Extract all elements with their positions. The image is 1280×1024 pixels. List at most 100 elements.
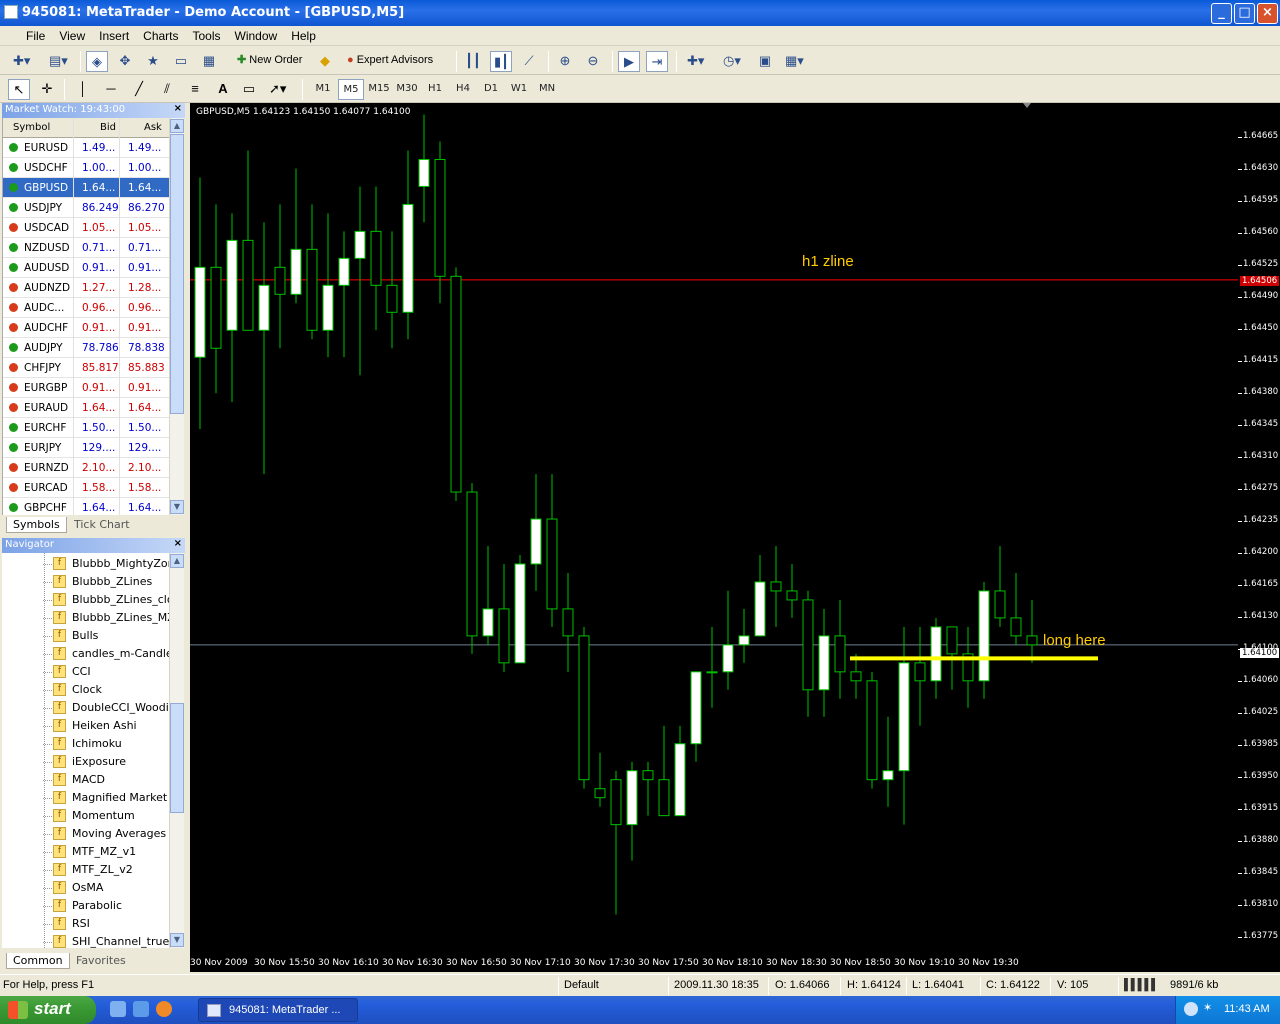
- profiles-icon[interactable]: ▤▾: [46, 51, 68, 72]
- data-window-icon[interactable]: ✥: [114, 51, 136, 72]
- timeframe-m15[interactable]: M15: [366, 79, 392, 100]
- navigator-indicator-item[interactable]: f MTF_MZ_v1: [2, 843, 169, 861]
- firefox-icon[interactable]: [156, 1001, 172, 1017]
- market-watch-row[interactable]: EURAUD 1.64... 1.64...: [3, 398, 169, 418]
- market-watch-row[interactable]: EURNZD 2.10... 2.10...: [3, 458, 169, 478]
- market-watch-row[interactable]: GBPCHF 1.64... 1.64...: [3, 498, 169, 515]
- timeframe-m30[interactable]: M30: [394, 79, 420, 100]
- column-symbol[interactable]: Symbol: [13, 122, 50, 133]
- market-watch-row[interactable]: GBPUSD 1.64... 1.64...: [3, 178, 169, 198]
- market-watch-icon[interactable]: ◈: [86, 51, 108, 72]
- tab-symbols[interactable]: Symbols: [6, 517, 67, 533]
- market-watch-row[interactable]: EURJPY 129.... 129....: [3, 438, 169, 458]
- navigator-indicator-item[interactable]: f Heiken Ashi: [2, 717, 169, 735]
- start-button[interactable]: start: [0, 996, 96, 1024]
- navigator-indicator-item[interactable]: f Blubbb_ZLines_clos: [2, 591, 169, 609]
- tab-tick-chart[interactable]: Tick Chart: [68, 517, 136, 532]
- tab-common[interactable]: Common: [6, 953, 70, 969]
- market-watch-row[interactable]: EURCHF 1.50... 1.50...: [3, 418, 169, 438]
- indicators-icon[interactable]: ✚▾: [684, 51, 706, 72]
- crosshair-icon[interactable]: ✛: [36, 79, 58, 100]
- navigator-indicator-item[interactable]: f Magnified Market Pr: [2, 789, 169, 807]
- navigator-indicator-item[interactable]: f CCI: [2, 663, 169, 681]
- arrows-icon[interactable]: ➚▾: [266, 79, 288, 100]
- navigator-indicator-item[interactable]: f Clock: [2, 681, 169, 699]
- navigator-indicator-item[interactable]: f Bulls: [2, 627, 169, 645]
- market-watch-scrollbar[interactable]: ▲ ▼: [169, 118, 184, 515]
- candlestick-icon[interactable]: ▮┃: [490, 51, 512, 72]
- bar-chart-icon[interactable]: ┃┃: [462, 51, 484, 72]
- horizontal-line-icon[interactable]: ─: [100, 79, 122, 100]
- new-chart-icon[interactable]: ✚▾: [10, 51, 32, 72]
- internet-explorer-icon[interactable]: [133, 1001, 149, 1017]
- show-desktop-icon[interactable]: [110, 1001, 126, 1017]
- zoom-out-icon[interactable]: ⊖: [582, 51, 604, 72]
- navigator-indicator-item[interactable]: f SHI_Channel_true: [2, 933, 169, 948]
- channel-icon[interactable]: ⫽: [156, 79, 178, 100]
- market-watch-row[interactable]: AUDC... 0.96... 0.96...: [3, 298, 169, 318]
- navigator-indicator-item[interactable]: f iExposure: [2, 753, 169, 771]
- navigator-indicator-item[interactable]: f RSI: [2, 915, 169, 933]
- timeframe-m5[interactable]: M5: [338, 79, 364, 100]
- auto-scroll-icon[interactable]: ▶: [618, 51, 640, 72]
- periods-icon[interactable]: ◷▾: [720, 51, 742, 72]
- navigator-indicator-item[interactable]: f DoubleCCI_Woodie: [2, 699, 169, 717]
- strategy-tester-icon[interactable]: ▦: [198, 51, 220, 72]
- menu-insert[interactable]: Insert: [92, 26, 136, 46]
- navigator-indicator-item[interactable]: f MACD: [2, 771, 169, 789]
- cursor-icon[interactable]: ↖: [8, 79, 30, 100]
- timeframe-h4[interactable]: H4: [450, 79, 476, 100]
- navigator-indicator-item[interactable]: f Momentum: [2, 807, 169, 825]
- text-label-icon[interactable]: ▭: [238, 79, 260, 100]
- new-order-button[interactable]: ✚ New Order: [234, 51, 305, 72]
- navigator-indicator-item[interactable]: f Ichimoku: [2, 735, 169, 753]
- timeframe-m1[interactable]: M1: [310, 79, 336, 100]
- menu-charts[interactable]: Charts: [136, 26, 185, 46]
- market-watch-row[interactable]: NZDUSD 0.71... 0.71...: [3, 238, 169, 258]
- navigator-indicator-item[interactable]: f Parabolic: [2, 897, 169, 915]
- navigator-indicator-item[interactable]: f Blubbb_ZLines: [2, 573, 169, 591]
- text-tool-icon[interactable]: A: [212, 79, 234, 100]
- market-watch-row[interactable]: USDJPY 86.249 86.270: [3, 198, 169, 218]
- timeframe-d1[interactable]: D1: [478, 79, 504, 100]
- navigator-icon[interactable]: ★: [142, 51, 164, 72]
- market-watch-row[interactable]: CHFJPY 85.817 85.883: [3, 358, 169, 378]
- navigator-indicator-item[interactable]: f candles_m-Candles_: [2, 645, 169, 663]
- navigator-indicator-item[interactable]: f Blubbb_ZLines_MZ_: [2, 609, 169, 627]
- timeframe-h1[interactable]: H1: [422, 79, 448, 100]
- navigator-indicator-item[interactable]: f Moving Averages: [2, 825, 169, 843]
- metaeditor-icon[interactable]: ◆: [314, 51, 336, 72]
- market-watch-row[interactable]: USDCHF 1.00... 1.00...: [3, 158, 169, 178]
- chart-template-icon[interactable]: ▦▾: [782, 51, 804, 72]
- zoom-in-icon[interactable]: ⊕: [554, 51, 576, 72]
- market-watch-row[interactable]: AUDJPY 78.786 78.838: [3, 338, 169, 358]
- trendline-icon[interactable]: ╱: [128, 79, 150, 100]
- price-chart[interactable]: GBPUSD,M5 1.64123 1.64150 1.64077 1.6410…: [190, 103, 1238, 955]
- navigator-indicator-item[interactable]: f MTF_ZL_v2: [2, 861, 169, 879]
- market-watch-row[interactable]: EURUSD 1.49... 1.49...: [3, 138, 169, 158]
- menu-help[interactable]: Help: [284, 26, 323, 46]
- menu-file[interactable]: File: [0, 26, 52, 46]
- line-chart-icon[interactable]: ⟋: [518, 51, 540, 72]
- menu-view[interactable]: View: [52, 26, 92, 46]
- market-watch-row[interactable]: AUDCHF 0.91... 0.91...: [3, 318, 169, 338]
- terminal-icon[interactable]: ▭: [170, 51, 192, 72]
- market-watch-row[interactable]: USDCAD 1.05... 1.05...: [3, 218, 169, 238]
- fibonacci-icon[interactable]: ≡: [184, 79, 206, 100]
- market-watch-row[interactable]: EURGBP 0.91... 0.91...: [3, 378, 169, 398]
- navigator-indicator-item[interactable]: f OsMA: [2, 879, 169, 897]
- navigator-close-icon[interactable]: ×: [174, 538, 182, 549]
- tray-star-icon[interactable]: ✶: [1203, 1001, 1212, 1014]
- timeframe-w1[interactable]: W1: [506, 79, 532, 100]
- market-watch-row[interactable]: EURCAD 1.58... 1.58...: [3, 478, 169, 498]
- navigator-scrollbar[interactable]: ▲ ▼: [169, 553, 184, 948]
- close-button[interactable]: ×: [1257, 3, 1278, 24]
- menu-window[interactable]: Window: [228, 26, 285, 46]
- market-watch-row[interactable]: AUDNZD 1.27... 1.28...: [3, 278, 169, 298]
- minimize-button[interactable]: _: [1211, 3, 1232, 24]
- maximize-button[interactable]: □: [1234, 3, 1255, 24]
- timeframe-mn[interactable]: MN: [534, 79, 560, 100]
- tab-favorites[interactable]: Favorites: [70, 953, 132, 968]
- expert-advisors-button[interactable]: ● Expert Advisors: [344, 51, 436, 72]
- chart-shift-icon[interactable]: ⇥: [646, 51, 668, 72]
